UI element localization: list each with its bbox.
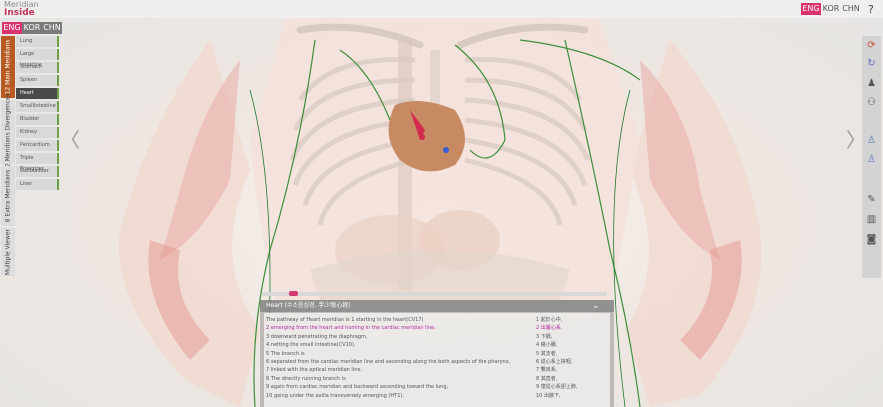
standing-figure-icon[interactable]: ♙ (865, 134, 878, 147)
help-icon[interactable]: ? (868, 3, 874, 16)
pathway-line-cn: 5 其支者, (536, 350, 558, 357)
torso-icon[interactable]: ♟ (865, 77, 878, 90)
meridian-item-lung[interactable]: Lung (16, 36, 59, 47)
pathway-line: 10 going under the axilla transversely e… (266, 392, 404, 399)
pathway-line: 7 linked with the optical meridian line. (266, 367, 363, 374)
meridian-item-stomach[interactable]: Stomach (16, 62, 59, 73)
meridian-item-gallbladder[interactable]: Gallbladder (16, 166, 59, 177)
right-toolbar: ⟳ ↻ ♟ ⚇ ♙ ♙ ✎ ▥ ◙ (862, 36, 881, 278)
lang-eng-right[interactable]: ENG (801, 3, 821, 15)
pathway-line: The pathway of Heart meridian is 1 start… (266, 317, 424, 323)
pathway-line-cn: 8 其直者, (536, 375, 558, 382)
pathway-line-cn: 9 復從心系卻上肺, (536, 384, 578, 391)
meridian-list: Lung Large Intestine Stomach Spleen Hear… (16, 36, 59, 192)
app-logo: Meridian Inside (4, 1, 39, 18)
lang-kor-right[interactable]: KOR (821, 3, 841, 15)
pathway-line: 4 netting the small intestine(CV10). (266, 342, 356, 349)
lang-chn-right[interactable]: CHN (841, 3, 861, 15)
tab-12-meridians-divergences[interactable]: 12 Meridians Divergences (1, 93, 15, 171)
pathway-line: 5 The branch is (266, 350, 305, 357)
pathway-line: 8 The directly running branch is (266, 375, 346, 382)
standing-figure-alt-icon[interactable]: ♙ (865, 153, 878, 166)
top-bar (0, 0, 883, 18)
info-panel-body: The pathway of Heart meridian is 1 start… (264, 313, 610, 407)
meridian-item-bladder[interactable]: Bladder (16, 114, 59, 125)
pathway-text-cn: 1 起於心中, 2 出屬心系, 3 下膈, 4 絡小腸, 5 其支者, 6 從心… (536, 316, 606, 400)
tab-8-extra-meridians[interactable]: 8 Extra Meridians (1, 166, 15, 226)
meridian-item-pericardium[interactable]: Pericardium (16, 140, 59, 151)
pathway-line: 2 emerging from the heart and homing in … (266, 325, 436, 332)
pathway-line-cn: 1 起於心中, (536, 317, 563, 323)
rotate-body-icon[interactable]: ⟳ (865, 39, 878, 52)
pathway-line: 9 again from cardiac meridian and backwa… (266, 384, 449, 391)
pathway-line-cn: 6 從心系上挾咽, (536, 358, 573, 365)
timeline-slider[interactable] (262, 292, 607, 296)
meridian-item-small-intestine[interactable]: SmallIntestine (16, 101, 59, 112)
logo-bottom: Inside (4, 8, 35, 18)
trash-icon[interactable]: ▥ (865, 213, 878, 226)
pencil-icon[interactable]: ✎ (865, 193, 878, 206)
pathway-text-en: The pathway of Heart meridian is 1 start… (266, 316, 531, 400)
lang-chn-left[interactable]: CHN (42, 22, 62, 34)
timeline-thumb[interactable] (288, 291, 298, 296)
meridian-item-triple-energizer[interactable]: Triple Energizer (16, 153, 59, 172)
tab-multiple-viewer[interactable]: Multiple Viewer (1, 228, 15, 276)
pathway-line-cn: 3 下膈, (536, 333, 553, 340)
pathway-line-cn: 10 出腋下, (536, 392, 561, 399)
meridian-item-spleen[interactable]: Spleen (16, 75, 59, 86)
meridian-item-liver[interactable]: Liver (16, 179, 59, 190)
pathway-line: 3 downward penetrating the diaphragm, (266, 333, 368, 340)
rotate-head-icon[interactable]: ↻ (865, 57, 878, 70)
pathway-line-cn: 4 絡小腸, (536, 342, 558, 349)
pathway-line-cn: 7 繫目系, (536, 367, 558, 374)
meridian-item-heart[interactable]: Heart (16, 88, 59, 99)
info-panel-title: Heart (수소음심경, 手少陰心經) (260, 300, 614, 312)
camera-icon[interactable]: ◙ (865, 233, 878, 246)
meridian-item-large-intestine[interactable]: Large Intestine (16, 49, 59, 68)
info-panel: Heart (수소음심경, 手少陰心經) The pathway of Hear… (260, 300, 614, 407)
pathway-line: 6 separated from the cardiac meridian li… (266, 358, 511, 365)
figure-pair-icon[interactable]: ⚇ (865, 96, 878, 109)
collapse-chevron-icon[interactable]: ⌄ (592, 301, 600, 311)
prev-arrow-icon[interactable]: 〈 (60, 124, 80, 153)
tab-12-main-meridians[interactable]: 12 Main Meridians (1, 36, 15, 98)
lang-kor-left[interactable]: KOR (22, 22, 42, 34)
lang-eng-left[interactable]: ENG (2, 22, 22, 34)
meridian-item-kidney[interactable]: Kidney (16, 127, 59, 138)
pathway-line-cn: 2 出屬心系, (536, 325, 563, 332)
